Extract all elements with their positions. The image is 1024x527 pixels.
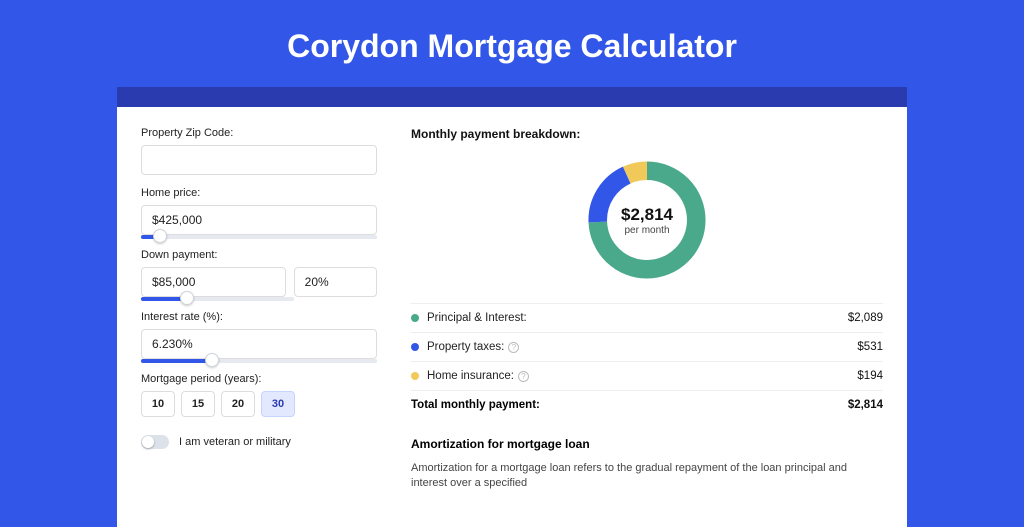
- down-payment-pct-input[interactable]: [294, 267, 377, 297]
- legend-text: Home insurance:: [427, 370, 514, 382]
- amortization-section: Amortization for mortgage loan Amortizat…: [411, 437, 883, 492]
- interest-group: Interest rate (%):: [141, 311, 377, 363]
- donut-value: $2,814: [621, 205, 673, 225]
- legend: Principal & Interest: $2,089 Property ta…: [411, 303, 883, 391]
- header-band: [117, 87, 907, 107]
- home-price-group: Home price:: [141, 187, 377, 239]
- slider-thumb[interactable]: [153, 229, 167, 243]
- down-payment-input[interactable]: [141, 267, 286, 297]
- calculator-card: Property Zip Code: Home price: Down paym…: [117, 107, 907, 527]
- veteran-row: I am veteran or military: [141, 435, 377, 449]
- legend-row-principal: Principal & Interest: $2,089: [411, 303, 883, 332]
- home-price-label: Home price:: [141, 187, 377, 199]
- legend-value: $531: [857, 341, 883, 353]
- home-price-slider[interactable]: [141, 235, 377, 239]
- legend-label: Property taxes: ?: [427, 341, 519, 353]
- legend-value: $194: [857, 370, 883, 382]
- veteran-toggle[interactable]: [141, 435, 169, 449]
- info-icon[interactable]: ?: [508, 342, 519, 353]
- zip-label: Property Zip Code:: [141, 127, 377, 139]
- results-panel: Monthly payment breakdown: $2,814 per mo…: [401, 127, 883, 527]
- legend-label: Principal & Interest:: [427, 312, 527, 324]
- payment-donut-chart: $2,814 per month: [582, 155, 712, 285]
- donut-label: per month: [624, 225, 669, 236]
- breakdown-title: Monthly payment breakdown:: [411, 127, 883, 141]
- down-payment-group: Down payment:: [141, 249, 377, 301]
- legend-row-taxes: Property taxes: ? $531: [411, 332, 883, 361]
- period-option-20[interactable]: 20: [221, 391, 255, 417]
- slider-thumb[interactable]: [205, 353, 219, 367]
- down-payment-label: Down payment:: [141, 249, 377, 261]
- interest-label: Interest rate (%):: [141, 311, 377, 323]
- legend-text: Property taxes:: [427, 341, 504, 353]
- home-price-input[interactable]: [141, 205, 377, 235]
- amortization-text: Amortization for a mortgage loan refers …: [411, 461, 883, 492]
- period-row: 10 15 20 30: [141, 391, 377, 417]
- toggle-knob: [142, 436, 154, 448]
- zip-input[interactable]: [141, 145, 377, 175]
- info-icon[interactable]: ?: [518, 371, 529, 382]
- period-option-10[interactable]: 10: [141, 391, 175, 417]
- form-panel: Property Zip Code: Home price: Down paym…: [141, 127, 401, 527]
- down-payment-slider[interactable]: [141, 297, 294, 301]
- veteran-label: I am veteran or military: [179, 436, 291, 448]
- page-title: Corydon Mortgage Calculator: [0, 0, 1024, 87]
- total-row: Total monthly payment: $2,814: [411, 391, 883, 419]
- legend-row-insurance: Home insurance: ? $194: [411, 361, 883, 390]
- zip-group: Property Zip Code:: [141, 127, 377, 177]
- period-option-30[interactable]: 30: [261, 391, 295, 417]
- dot-icon: [411, 343, 419, 351]
- legend-label: Home insurance: ?: [427, 370, 529, 382]
- period-group: Mortgage period (years): 10 15 20 30: [141, 373, 377, 417]
- dot-icon: [411, 372, 419, 380]
- donut-center: $2,814 per month: [582, 155, 712, 285]
- period-option-15[interactable]: 15: [181, 391, 215, 417]
- interest-slider[interactable]: [141, 359, 377, 363]
- interest-input[interactable]: [141, 329, 377, 359]
- amortization-title: Amortization for mortgage loan: [411, 437, 883, 451]
- slider-thumb[interactable]: [180, 291, 194, 305]
- donut-wrap: $2,814 per month: [411, 155, 883, 285]
- total-label: Total monthly payment:: [411, 399, 540, 411]
- dot-icon: [411, 314, 419, 322]
- total-value: $2,814: [848, 399, 883, 411]
- legend-value: $2,089: [848, 312, 883, 324]
- period-label: Mortgage period (years):: [141, 373, 377, 385]
